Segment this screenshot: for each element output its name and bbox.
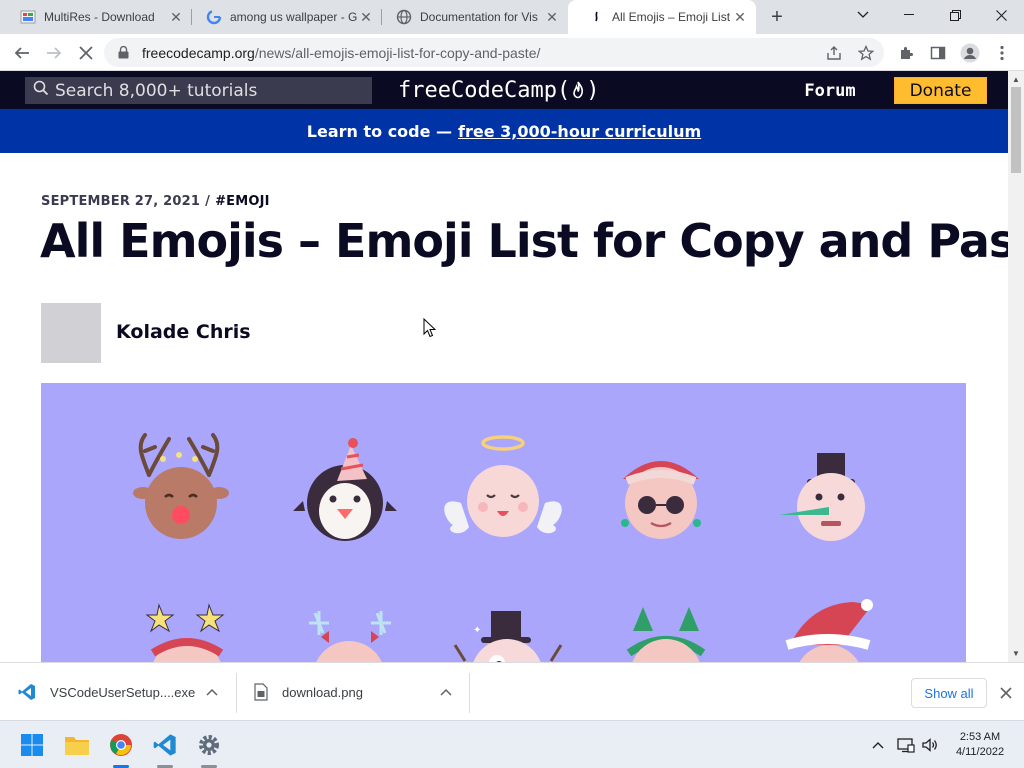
flame-icon [570, 81, 586, 99]
minimize-button[interactable] [886, 0, 932, 30]
chrome-icon[interactable] [105, 729, 137, 761]
tab-documentation[interactable]: Documentation for Vis ✕ [382, 0, 568, 34]
tab-title: Documentation for Vis [420, 10, 538, 24]
tree-headband-emoji-illustration [626, 607, 706, 662]
download-filename: VSCodeUserSetup....exe [50, 684, 196, 700]
browser-toolbar: freecodecamp.org/news/all-emojis-emoji-l… [0, 34, 1024, 71]
search-icon [33, 80, 49, 101]
site-logo[interactable]: freeCodeCamp( ) [398, 75, 599, 105]
lock-icon[interactable] [118, 46, 132, 59]
globe-favicon [396, 9, 412, 25]
post-tag-link[interactable]: #EMOJI [215, 194, 270, 209]
tab-all-emojis[interactable]: All Emojis – Emoji List f ✕ [568, 0, 756, 34]
logo-text: freeCodeCamp( [398, 77, 571, 103]
volume-icon[interactable] [920, 735, 940, 755]
download-item-png[interactable]: download.png [254, 671, 464, 713]
post-meta: SEPTEMBER 27, 2021 / #EMOJI [41, 194, 270, 209]
scroll-down-arrow-icon[interactable]: ▼ [1012, 649, 1020, 658]
close-icon[interactable]: ✕ [358, 9, 374, 25]
show-all-downloads-button[interactable]: Show all [911, 678, 987, 708]
penguin-party-emoji-illustration [293, 438, 397, 541]
angel-emoji-illustration [444, 435, 562, 537]
download-separator [236, 673, 237, 713]
star-headband-emoji-illustration [145, 603, 225, 662]
reindeer-emoji-illustration [133, 433, 229, 539]
new-tab-button[interactable]: + [764, 4, 790, 30]
logo-close-paren: ) [586, 77, 600, 103]
tab-multires[interactable]: MultiRes - Download ✕ [0, 0, 192, 34]
site-navbar: Search 8,000+ tutorials freeCodeCamp( ) … [0, 71, 1008, 109]
multires-favicon [20, 9, 36, 25]
close-icon[interactable]: ✕ [544, 9, 560, 25]
hero-image: ✦ [41, 383, 966, 662]
article-title: All Emojis – Emoji List for Copy and Pas… [40, 214, 1008, 268]
restore-button[interactable] [932, 0, 978, 30]
url-host: freecodecamp.org [142, 44, 255, 61]
file-explorer-icon[interactable] [61, 729, 93, 761]
tab-strip: MultiRes - Download ✕ among us wallpaper… [0, 0, 1024, 34]
windows-start-icon[interactable] [16, 729, 48, 761]
author-name-link[interactable]: Kolade Chris [116, 321, 251, 343]
url-path: /news/all-emojis-emoji-list-for-copy-and… [254, 44, 541, 61]
top-hat-snowman-emoji-illustration: ✦ [453, 611, 563, 662]
clock-time: 2:53 AM [959, 731, 1001, 743]
image-file-icon [254, 683, 268, 701]
download-shelf: VSCodeUserSetup....exe download.png Show… [0, 662, 1024, 720]
tab-search-chevron-down-icon[interactable] [840, 0, 886, 30]
tab-title: among us wallpaper - G [230, 10, 358, 24]
learn-banner: Learn to code — free 3,000-hour curricul… [0, 109, 1008, 153]
santa-emoji-illustration [785, 599, 873, 662]
forward-arrow-icon[interactable] [40, 39, 68, 67]
chevron-up-icon[interactable] [868, 735, 888, 755]
clock-date: 4/11/2022 [955, 746, 1005, 758]
close-icon[interactable]: ✕ [168, 9, 184, 25]
close-icon[interactable]: ✕ [732, 9, 748, 25]
post-date: SEPTEMBER 27, 2021 [41, 194, 201, 209]
tab-title: MultiRes - Download [44, 10, 155, 24]
page-viewport: Search 8,000+ tutorials freeCodeCamp( ) … [0, 71, 1008, 662]
snowflake-bow-emoji-illustration [309, 611, 391, 662]
extensions-puzzle-icon[interactable] [896, 43, 916, 63]
download-item-vscode[interactable]: VSCodeUserSetup....exe [18, 671, 228, 713]
download-separator [469, 673, 470, 713]
chevron-up-icon[interactable] [440, 685, 452, 699]
system-clock[interactable]: 2:53 AM 4/11/2022 [950, 730, 1010, 760]
back-arrow-icon[interactable] [8, 39, 36, 67]
share-icon[interactable] [824, 43, 844, 63]
scroll-up-arrow-icon[interactable]: ▲ [1012, 75, 1020, 84]
scroll-thumb[interactable] [1011, 87, 1021, 173]
banner-text: Learn to code — [306, 121, 453, 141]
windows-taskbar: 2:53 AM 4/11/2022 [0, 720, 1024, 768]
curriculum-link[interactable]: free 3,000-hour curriculum [458, 122, 701, 141]
side-panel-icon[interactable] [928, 43, 948, 63]
stop-loading-icon[interactable] [72, 39, 100, 67]
search-input[interactable]: Search 8,000+ tutorials [25, 77, 372, 104]
profile-avatar-icon[interactable] [960, 43, 980, 63]
settings-gear-icon[interactable] [193, 729, 225, 761]
address-bar[interactable]: freecodecamp.org/news/all-emojis-emoji-l… [104, 38, 884, 67]
tab-title: All Emojis – Emoji List f [612, 10, 732, 24]
fcc-favicon [588, 9, 604, 25]
tab-google-search[interactable]: among us wallpaper - G ✕ [192, 0, 382, 34]
close-icon[interactable] [996, 683, 1016, 703]
mouse-cursor-icon [423, 318, 437, 338]
mrs-claus-emoji-illustration [621, 461, 701, 539]
snowman-emoji-illustration [779, 453, 865, 541]
close-window-button[interactable] [978, 0, 1024, 30]
svg-text:✦: ✦ [473, 625, 481, 636]
bookmark-star-icon[interactable] [856, 43, 876, 63]
search-placeholder: Search 8,000+ tutorials [55, 80, 258, 101]
forum-link[interactable]: Forum [790, 77, 870, 104]
vscode-icon [18, 683, 36, 701]
google-favicon [206, 9, 222, 25]
chevron-up-icon[interactable] [206, 685, 218, 699]
vscode-icon[interactable] [149, 729, 181, 761]
page-scrollbar[interactable]: ▲ ▼ [1008, 71, 1024, 662]
download-filename: download.png [282, 684, 363, 700]
donate-button[interactable]: Donate [894, 77, 987, 104]
meta-separator: / [205, 194, 211, 209]
more-vert-icon[interactable] [992, 43, 1012, 63]
author-avatar[interactable] [41, 303, 101, 363]
network-icon[interactable] [896, 735, 916, 755]
